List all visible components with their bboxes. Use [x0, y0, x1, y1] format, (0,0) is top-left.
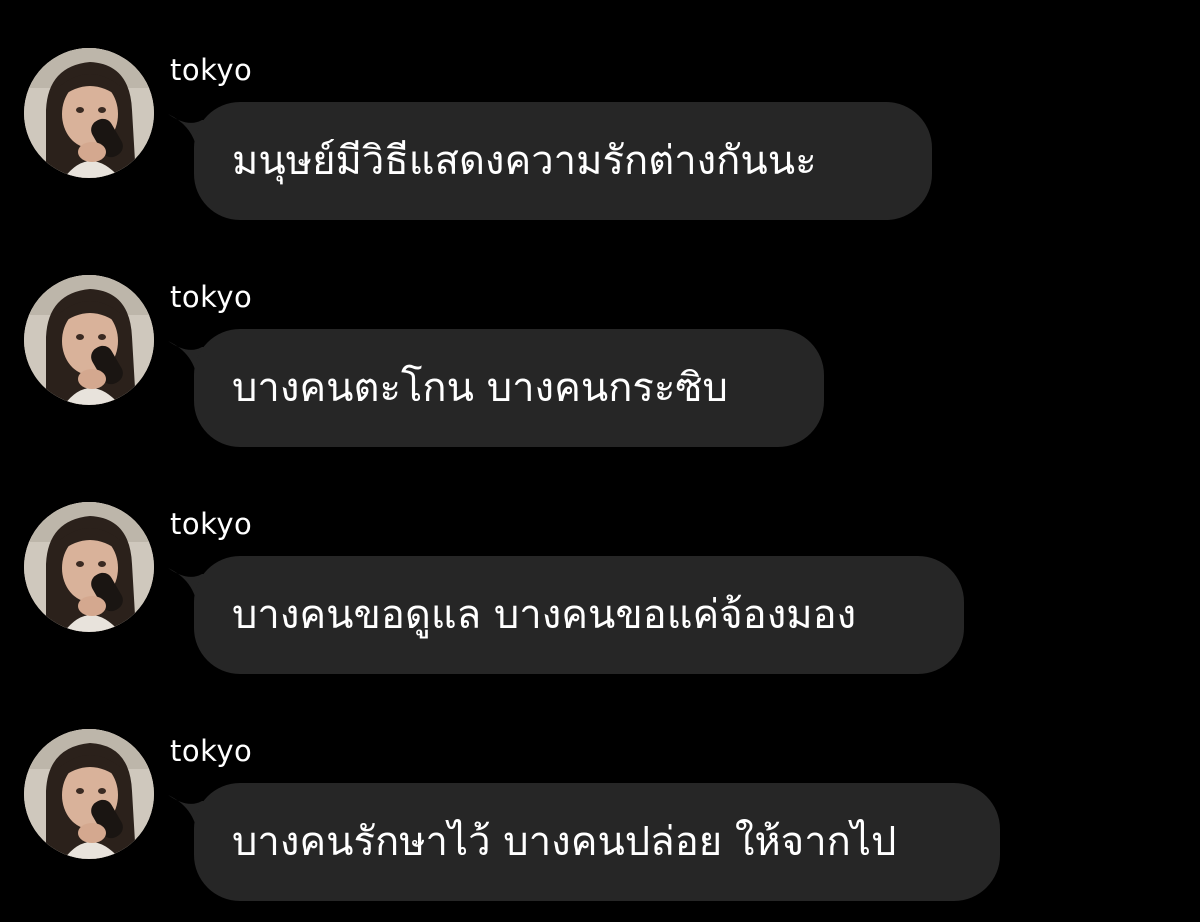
message-bubble[interactable]: มนุษย์มีวิธีแสดงความรักต่างกันนะ — [194, 102, 932, 220]
message-row: tokyo บางคนรักษาไว้ บางคนปล่อย ให้จากไป — [0, 721, 1200, 921]
message-row: tokyo บางคนตะโกน บางคนกระซิบ — [0, 267, 1200, 467]
profile-photo-icon — [24, 275, 154, 405]
sender-name: tokyo — [170, 507, 253, 541]
avatar[interactable] — [24, 48, 154, 178]
profile-photo-icon — [24, 502, 154, 632]
avatar[interactable] — [24, 502, 154, 632]
message-text: บางคนตะโกน บางคนกระซิบ — [232, 365, 728, 411]
avatar[interactable] — [24, 275, 154, 405]
profile-photo-icon — [24, 729, 154, 859]
sender-name: tokyo — [170, 53, 253, 87]
chat-thread: tokyo มนุษย์มีวิธีแสดงความรักต่างกันนะ t… — [0, 0, 1200, 922]
sender-name: tokyo — [170, 280, 253, 314]
profile-photo-icon — [24, 48, 154, 178]
message-text: มนุษย์มีวิธีแสดงความรักต่างกันนะ — [232, 138, 817, 184]
message-bubble[interactable]: บางคนรักษาไว้ บางคนปล่อย ให้จากไป — [194, 783, 1000, 901]
message-text: บางคนรักษาไว้ บางคนปล่อย ให้จากไป — [232, 819, 897, 865]
sender-name: tokyo — [170, 734, 253, 768]
message-row: tokyo มนุษย์มีวิธีแสดงความรักต่างกันนะ — [0, 40, 1200, 240]
avatar[interactable] — [24, 729, 154, 859]
message-text: บางคนขอดูแล บางคนขอแค่จ้องมอง — [232, 592, 857, 638]
message-bubble[interactable]: บางคนขอดูแล บางคนขอแค่จ้องมอง — [194, 556, 964, 674]
message-row: tokyo บางคนขอดูแล บางคนขอแค่จ้องมอง — [0, 494, 1200, 694]
message-bubble[interactable]: บางคนตะโกน บางคนกระซิบ — [194, 329, 824, 447]
